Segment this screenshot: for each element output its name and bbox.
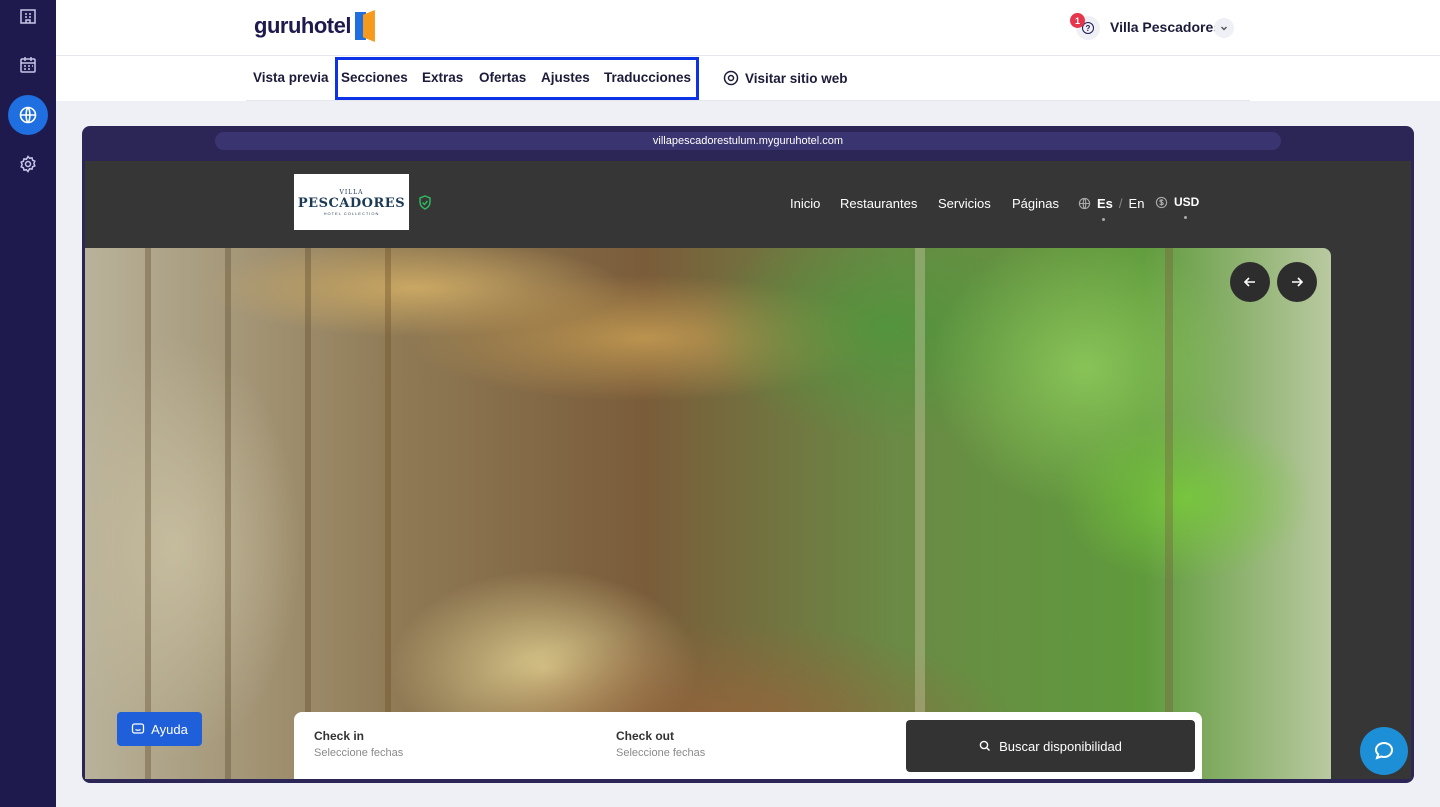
globe-icon[interactable]	[8, 95, 48, 135]
building-icon[interactable]	[8, 0, 48, 36]
checkin-field[interactable]: Seleccione fechas	[314, 747, 403, 759]
hotel-selector-label[interactable]: Villa Pescadores	[1110, 19, 1221, 35]
chevron-down-icon[interactable]	[1214, 18, 1234, 38]
site-nav-inicio[interactable]: Inicio	[790, 196, 820, 211]
hero-next-button[interactable]	[1277, 262, 1317, 302]
calendar-icon[interactable]	[8, 45, 48, 85]
tabs-highlight-box	[335, 57, 699, 100]
hero-prev-button[interactable]	[1230, 262, 1270, 302]
site-preview-frame: villapescadorestulum.myguruhotel.com VIL…	[82, 126, 1414, 783]
guruhotel-logo[interactable]: guruhotel	[254, 10, 377, 42]
checkout-label: Check out	[616, 729, 675, 743]
currency-label: USD	[1174, 195, 1200, 209]
site-nav-servicios[interactable]: Servicios	[938, 196, 991, 211]
subnav-divider	[246, 100, 1250, 101]
checkin-label: Check in	[314, 729, 365, 743]
gear-icon[interactable]	[8, 144, 48, 184]
site-nav-paginas[interactable]: Páginas	[1012, 196, 1059, 211]
site-nav-restaurantes[interactable]: Restaurantes	[840, 196, 917, 211]
villa-pescadores-logo[interactable]: VILLA PESCADORES HOTEL COLLECTION	[294, 174, 409, 230]
verified-shield-icon	[419, 195, 431, 210]
lang-es[interactable]: Es	[1097, 196, 1113, 211]
website-subnav: Vista previa Secciones Extras Ofertas Aj…	[56, 56, 1440, 101]
live-chat-button[interactable]	[1360, 727, 1408, 775]
arrow-right-icon	[1292, 277, 1304, 287]
search-availability-button[interactable]: Buscar disponibilidad	[906, 720, 1195, 772]
preview-site: VILLA PESCADORES HOTEL COLLECTION Inicio…	[85, 161, 1411, 779]
language-switcher[interactable]: Es / En	[1078, 196, 1144, 211]
chat-icon	[132, 723, 145, 734]
preview-url-bar: villapescadorestulum.myguruhotel.com	[215, 132, 1281, 150]
globe-icon	[1078, 197, 1091, 210]
eye-icon	[723, 70, 739, 86]
chat-bubble-icon	[1374, 741, 1394, 760]
lang-en[interactable]: En	[1129, 196, 1145, 211]
brand-name: guruhotel	[254, 13, 351, 38]
hero-image	[85, 248, 1331, 779]
brand-mark-icon	[354, 10, 377, 42]
booking-bar: Check in Seleccione fechas Check out Sel…	[294, 712, 1202, 779]
help-button[interactable]: Ayuda	[117, 712, 202, 746]
top-header: guruhotel ? 1 Villa Pescadores	[56, 0, 1440, 56]
notification-badge: 1	[1070, 13, 1085, 28]
app-sidebar	[0, 0, 56, 807]
visit-site-link[interactable]: Visitar sitio web	[723, 70, 848, 86]
visit-site-label: Visitar sitio web	[745, 70, 848, 86]
search-icon	[979, 740, 991, 751]
currency-switcher[interactable]: USD	[1155, 195, 1199, 209]
currency-icon	[1155, 196, 1168, 208]
help-notifications-button[interactable]: ? 1	[1070, 12, 1102, 40]
tab-vista-previa[interactable]: Vista previa	[253, 70, 329, 85]
arrow-left-icon	[1243, 277, 1255, 287]
currency-active-dot	[1184, 216, 1187, 219]
lang-active-dot	[1102, 218, 1105, 221]
checkout-field[interactable]: Seleccione fechas	[616, 747, 705, 759]
